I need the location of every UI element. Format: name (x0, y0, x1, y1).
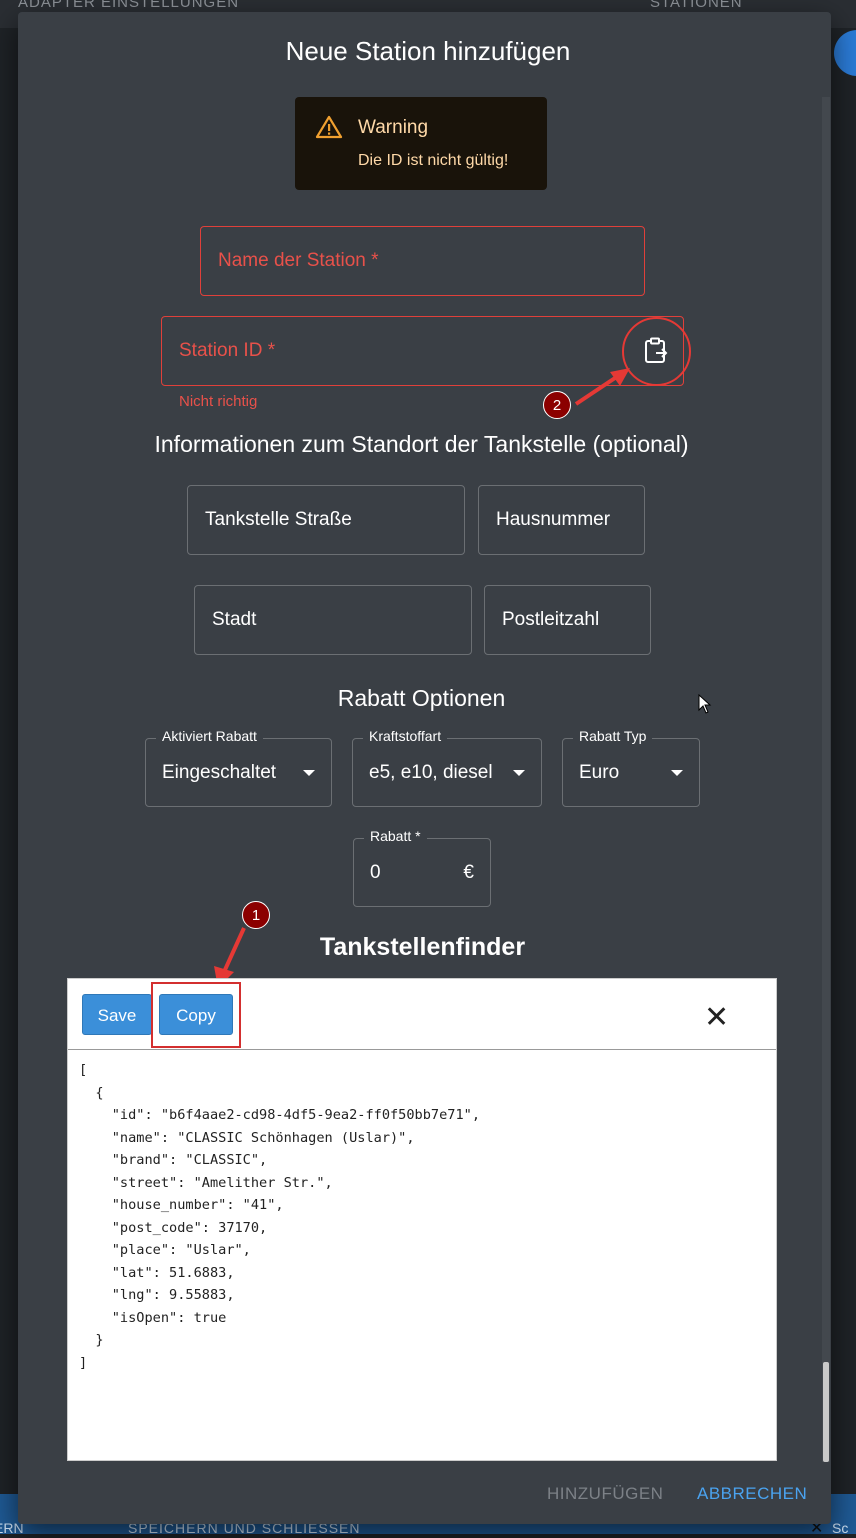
postcode-field[interactable]: Postleitzahl (484, 585, 651, 655)
discount-activated-label: Aktiviert Rabatt (156, 728, 263, 744)
discount-type-value: Euro (579, 761, 620, 783)
discount-amount-field[interactable]: Rabatt * 0 € (353, 828, 491, 907)
discount-amount-label: Rabatt * (364, 828, 427, 844)
add-button[interactable]: HINZUFÜGEN (547, 1484, 663, 1504)
cancel-button[interactable]: ABBRECHEN (697, 1484, 807, 1504)
discount-type-select[interactable]: Rabatt Typ Euro (562, 728, 700, 807)
dropdown-caret-icon (671, 769, 683, 776)
annotation-badge-2: 2 (543, 391, 571, 419)
annotation-arrow-2 (574, 368, 630, 406)
warning-message: Die ID ist nicht gültig! (358, 152, 509, 169)
discount-amount-value: 0 (370, 861, 381, 883)
dropdown-caret-icon (513, 769, 525, 776)
city-field[interactable]: Stadt (194, 585, 472, 655)
euro-unit: € (463, 861, 474, 883)
station-name-placeholder: Name der Station * (218, 250, 379, 271)
save-button[interactable]: Save (82, 994, 152, 1035)
dialog-scrollbar-thumb[interactable] (823, 1362, 829, 1462)
dialog-scrollbar[interactable] (822, 97, 830, 1462)
discount-type-label: Rabatt Typ (573, 728, 653, 744)
warning-icon (315, 115, 343, 144)
json-content[interactable]: [ { "id": "b6f4aae2-cd98-4df5-9ea2-ff0f5… (79, 1059, 480, 1374)
location-section-title: Informationen zum Standort der Tankstell… (154, 431, 689, 457)
background-tab-adapter-settings[interactable]: ADAPTER EINSTELLUNGEN (18, 0, 239, 11)
fuel-type-label: Kraftstoffart (363, 728, 448, 744)
warning-alert: Warning Die ID ist nicht gültig! (295, 97, 547, 190)
highlight-box-copy (151, 982, 241, 1048)
mouse-cursor-icon (698, 693, 712, 719)
close-icon[interactable]: ✕ (704, 1003, 729, 1033)
station-name-field[interactable]: Name der Station * (200, 226, 645, 296)
fuel-type-select[interactable]: Kraftstoffart e5, e10, diesel (352, 728, 542, 807)
background-tab-stations[interactable]: STATIONEN (650, 0, 743, 11)
discount-activated-value: Eingeschaltet (162, 761, 277, 783)
discount-activated-select[interactable]: Aktiviert Rabatt Eingeschaltet (145, 728, 332, 807)
json-editor: Save Copy ✕ [ { "id": "b6f4aae2-cd98-4df… (67, 978, 777, 1461)
postcode-placeholder: Postleitzahl (502, 609, 600, 630)
house-number-placeholder: Hausnummer (496, 509, 611, 530)
dialog-title: Neue Station hinzufügen (285, 36, 571, 66)
street-placeholder: Tankstelle Straße (205, 509, 352, 530)
dropdown-caret-icon (303, 769, 315, 776)
warning-title: Warning (358, 117, 429, 138)
station-id-error-text: Nicht richtig (179, 393, 258, 410)
discount-section-title: Rabatt Optionen (337, 685, 506, 711)
street-field[interactable]: Tankstelle Straße (187, 485, 465, 555)
finder-title: Tankstellenfinder (319, 933, 526, 961)
fuel-type-value: e5, e10, diesel (369, 761, 493, 783)
house-number-field[interactable]: Hausnummer (478, 485, 645, 555)
station-id-placeholder: Station ID * (179, 340, 276, 361)
city-placeholder: Stadt (212, 609, 257, 630)
